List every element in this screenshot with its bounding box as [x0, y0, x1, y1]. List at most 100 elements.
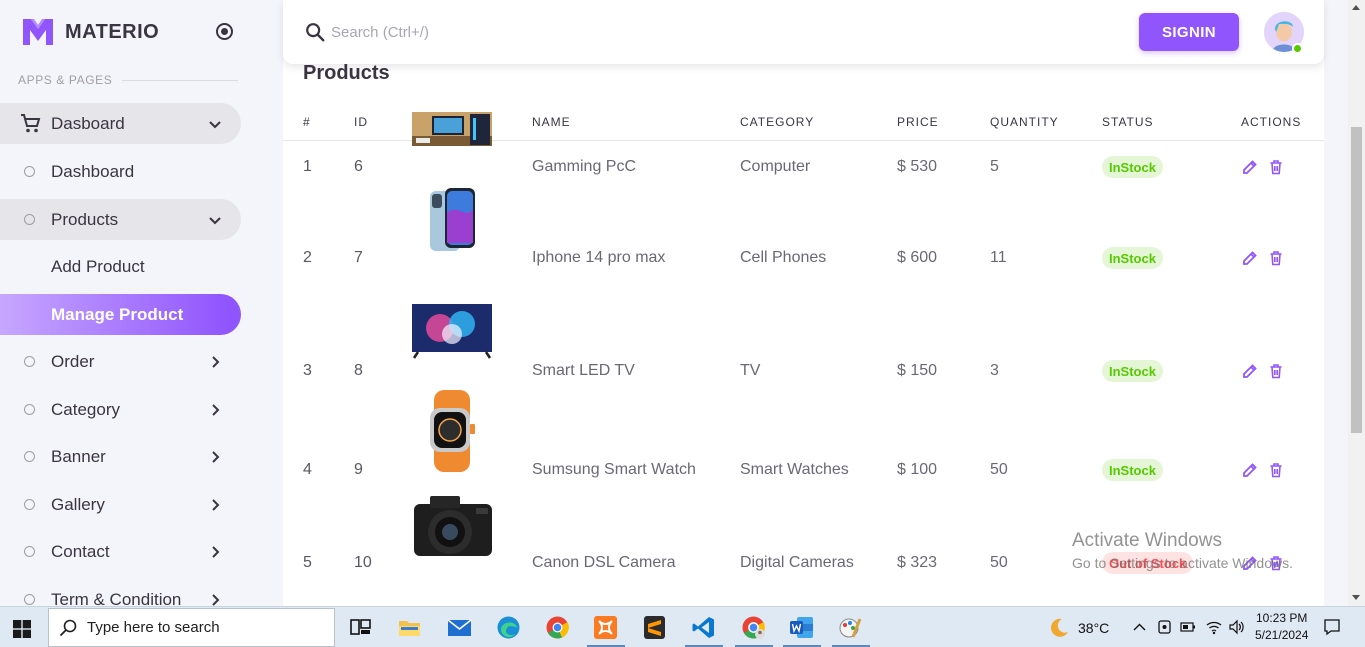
taskbar-search-text: Type here to search: [87, 619, 220, 636]
sidebar-item-add-product[interactable]: Add Product: [0, 246, 241, 287]
sidebar-item-label: Banner: [51, 446, 106, 466]
scroll-thumb[interactable]: [1351, 127, 1362, 433]
sidebar-item-banner[interactable]: Banner: [0, 436, 241, 477]
sidebar-item-dasboard[interactable]: Dasboard: [0, 103, 241, 144]
product-price: $ 150: [897, 362, 938, 379]
wifi-icon[interactable]: [1205, 619, 1223, 635]
product-category: TV: [740, 362, 761, 379]
chevron-right-icon: [212, 498, 220, 511]
sidebar-item-label: Contact: [51, 541, 110, 561]
cart-icon: [21, 114, 41, 133]
sidebar-item-dashboard[interactable]: Dashboard: [0, 151, 241, 192]
sidebar-item-category[interactable]: Category: [0, 389, 241, 430]
brand-name: MATERIO: [65, 20, 160, 43]
product-thumbnail: [412, 492, 492, 560]
sidebar-item-manage-product[interactable]: Manage Product: [0, 294, 241, 335]
sidebar-item-label: Dashboard: [51, 161, 135, 181]
windows-start-icon[interactable]: [13, 620, 31, 638]
search-input[interactable]: [331, 19, 831, 45]
edit-pencil-icon[interactable]: [1242, 250, 1258, 266]
sidebar-item-products[interactable]: Products: [0, 199, 241, 240]
notifications-icon[interactable]: [1323, 618, 1341, 636]
delete-trash-icon[interactable]: [1268, 462, 1284, 478]
column-header: QUANTITY: [990, 115, 1059, 129]
taskbar-search-icon: [59, 619, 77, 637]
product-category: Cell Phones: [740, 249, 827, 266]
paint-icon: [839, 618, 862, 638]
delete-trash-icon[interactable]: [1268, 363, 1284, 379]
product-thumbnail: [412, 185, 492, 253]
page-title: Products: [303, 62, 390, 84]
product-name: Iphone 14 pro max: [532, 249, 666, 266]
column-header: NAME: [532, 115, 571, 129]
column-header: STATUS: [1102, 115, 1154, 129]
signin-button[interactable]: SIGNIN: [1139, 13, 1239, 51]
watch-image-icon: [412, 390, 492, 472]
delete-trash-icon[interactable]: [1268, 159, 1284, 175]
xampp-icon: [594, 616, 617, 639]
tv-image-icon: [412, 304, 492, 359]
iphone-image-icon: [412, 185, 492, 253]
column-header: #: [303, 115, 311, 129]
chevron-right-icon: [212, 593, 220, 606]
temperature[interactable]: 38°C: [1078, 620, 1109, 636]
circle-icon: [24, 499, 35, 510]
product-name: Canon DSL Camera: [532, 554, 676, 571]
product-id: 8: [354, 362, 363, 379]
taskbar-search-box[interactable]: Type here to search: [48, 608, 335, 647]
show-hidden-icons-chevron-icon[interactable]: [1133, 621, 1146, 634]
sidebar-item-label: Gallery: [51, 494, 105, 514]
product-id: 6: [354, 158, 363, 175]
page-scrollbar[interactable]: [1348, 0, 1365, 606]
search-icon[interactable]: [304, 21, 326, 43]
edge-icon: [497, 616, 520, 639]
product-price: $ 100: [897, 461, 938, 478]
chevron-right-icon: [212, 545, 220, 558]
battery-icon[interactable]: [1180, 620, 1196, 634]
brand[interactable]: MATERIO: [22, 17, 159, 47]
sidebar-item-term-condition[interactable]: Term & Condition: [0, 579, 241, 606]
column-header: PRICE: [897, 115, 939, 129]
product-thumbnail: [412, 304, 492, 359]
products-card: Products #IDTHUMBNAILNAMECATEGORYPRICEQU…: [283, 40, 1324, 606]
chevron-down-icon: [209, 216, 221, 224]
sidebar-item-order[interactable]: Order: [0, 341, 241, 382]
clock-time[interactable]: 10:23 PM: [1256, 611, 1307, 625]
edit-pencil-icon[interactable]: [1242, 159, 1258, 175]
circle-icon: [24, 404, 35, 415]
product-thumbnail: [412, 390, 492, 472]
sidebar-item-label: Term & Condition: [51, 589, 182, 607]
product-price: $ 530: [897, 158, 938, 175]
product-quantity: 50: [990, 461, 1008, 478]
product-name: Smart LED TV: [532, 362, 635, 379]
sidebar-item-gallery[interactable]: Gallery: [0, 484, 241, 525]
product-quantity: 3: [990, 362, 999, 379]
windows-taskbar: Type here to search 38°C 10:23 PM 5/21/2…: [0, 606, 1365, 647]
edit-pencil-icon[interactable]: [1242, 462, 1258, 478]
sidebar-item-contact[interactable]: Contact: [0, 531, 241, 572]
meet-now-icon[interactable]: [1157, 619, 1172, 635]
column-header: ACTIONS: [1241, 115, 1302, 129]
row-number: 2: [303, 249, 312, 266]
topbar: SIGNIN: [283, 0, 1324, 64]
scroll-up-icon[interactable]: [1352, 5, 1360, 10]
clock-date[interactable]: 5/21/2024: [1255, 628, 1308, 642]
chevron-right-icon: [212, 355, 220, 368]
circle-icon: [24, 594, 35, 605]
gaming-pc-image-icon: [412, 112, 492, 146]
sidebar-item-label: Products: [51, 209, 119, 229]
volume-icon[interactable]: [1228, 619, 1244, 635]
circle-icon: [24, 214, 35, 225]
edit-pencil-icon[interactable]: [1242, 363, 1258, 379]
sidebar-section-title: APPS & PAGES: [18, 73, 238, 87]
scroll-down-icon[interactable]: [1352, 595, 1360, 600]
delete-trash-icon[interactable]: [1268, 250, 1284, 266]
sidebar: MATERIO APPS & PAGES Dasboard Dashboard Pr…: [0, 0, 260, 606]
app-window: MATERIO APPS & PAGES Dasboard Dashboard Pr…: [0, 0, 1365, 606]
sidebar-pin-toggle-icon[interactable]: [216, 23, 233, 40]
chevron-down-icon: [209, 120, 221, 128]
vscode-icon: [692, 617, 714, 638]
row-number: 5: [303, 554, 312, 571]
product-category: Computer: [740, 158, 811, 175]
chrome-icon: [546, 616, 569, 639]
